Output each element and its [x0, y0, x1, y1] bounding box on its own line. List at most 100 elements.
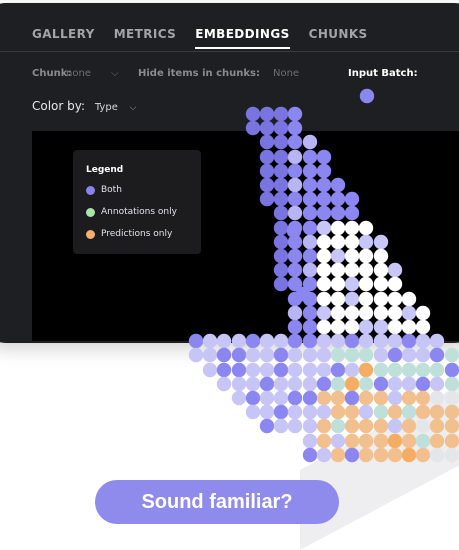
embedding-point	[415, 376, 431, 392]
embedding-point	[358, 276, 374, 292]
embedding-point	[415, 319, 431, 335]
embedding-point	[287, 418, 303, 434]
embedding-point	[216, 362, 232, 378]
embedding-point	[330, 362, 346, 378]
embedding-point	[415, 404, 431, 420]
embedding-point	[245, 347, 261, 363]
embedding-point	[387, 376, 403, 392]
embedding-point	[344, 220, 360, 236]
embedding-point	[344, 390, 360, 406]
embedding-point	[286, 223, 302, 239]
sound-familiar-button[interactable]: Sound familiar?	[95, 480, 339, 524]
embedding-point	[358, 234, 374, 250]
embedding-point	[259, 333, 275, 349]
embedding-point	[344, 404, 360, 420]
embedding-point	[287, 191, 303, 207]
embedding-point	[387, 418, 403, 434]
embedding-point	[287, 262, 303, 278]
embedding-point	[373, 291, 389, 307]
embedding-point	[302, 347, 318, 363]
embedding-point	[358, 262, 374, 278]
embedding-point	[302, 234, 318, 250]
embedding-point	[302, 134, 318, 150]
embedding-point	[273, 177, 289, 193]
embedding-point	[273, 234, 289, 250]
embedding-point	[415, 447, 431, 463]
embedding-point	[373, 234, 389, 250]
embedding-point	[302, 163, 318, 179]
embedding-point	[259, 418, 275, 434]
embedding-point	[273, 163, 289, 179]
embedding-point	[373, 418, 389, 434]
embedding-point	[373, 319, 389, 335]
embedding-point	[415, 333, 431, 349]
embedding-point	[401, 362, 417, 378]
embedding-point	[401, 418, 417, 434]
embedding-point	[188, 333, 204, 349]
embedding-point	[316, 149, 332, 165]
embedding-point	[387, 262, 403, 278]
embedding-point	[287, 376, 303, 392]
embedding-point	[287, 163, 303, 179]
embedding-point-cloud	[188, 88, 459, 463]
embedding-point	[259, 191, 275, 207]
embedding-point	[259, 149, 275, 165]
embedding-point	[302, 319, 318, 335]
embedding-point	[373, 248, 389, 264]
embedding-point	[287, 149, 303, 165]
embedding-point	[302, 433, 318, 449]
embedding-point	[259, 404, 275, 420]
embedding-point	[316, 319, 332, 335]
embedding-point	[302, 362, 318, 378]
embedding-point	[216, 333, 232, 349]
embedding-point	[273, 362, 289, 378]
embedding-point	[330, 262, 346, 278]
embedding-point	[429, 433, 445, 449]
embedding-point	[245, 106, 261, 122]
embedding-point	[273, 333, 289, 349]
embedding-point	[287, 177, 303, 193]
embedding-point	[231, 376, 247, 392]
embedding-point	[358, 347, 374, 363]
embedding-point	[302, 447, 318, 463]
embedding-point	[302, 404, 318, 420]
embedding-point	[302, 191, 318, 207]
embedding-point	[429, 418, 445, 434]
embedding-point	[387, 347, 403, 363]
embedding-point	[330, 404, 346, 420]
embedding-point	[287, 362, 303, 378]
embedding-point	[316, 404, 332, 420]
embedding-point	[302, 376, 318, 392]
embedding-point	[273, 120, 289, 136]
embedding-point	[429, 362, 445, 378]
embedding-point	[316, 390, 332, 406]
embedding-point	[444, 447, 459, 463]
embedding-point	[401, 291, 417, 307]
embedding-point	[415, 347, 431, 363]
embedding-point	[387, 362, 403, 378]
embedding-point	[259, 106, 275, 122]
embedding-point	[358, 319, 374, 335]
embedding-point	[373, 376, 389, 392]
embedding-point	[316, 163, 332, 179]
embedding-point	[273, 262, 289, 278]
embedding-point	[401, 433, 417, 449]
embedding-point	[273, 220, 289, 236]
embedding-point	[259, 134, 275, 150]
embedding-point	[302, 418, 318, 434]
embedding-point	[330, 333, 346, 349]
embedding-point	[330, 234, 346, 250]
embedding-point	[415, 418, 431, 434]
embedding-point	[273, 149, 289, 165]
embedding-point	[387, 305, 403, 321]
embedding-point	[287, 333, 303, 349]
embedding-point	[302, 262, 318, 278]
embedding-point	[444, 418, 459, 434]
embedding-point	[358, 447, 374, 463]
embedding-point	[245, 120, 261, 136]
embedding-point	[344, 291, 360, 307]
embedding-point	[231, 362, 247, 378]
embedding-point	[330, 376, 346, 392]
embedding-point	[444, 404, 459, 420]
embedding-point	[415, 390, 431, 406]
